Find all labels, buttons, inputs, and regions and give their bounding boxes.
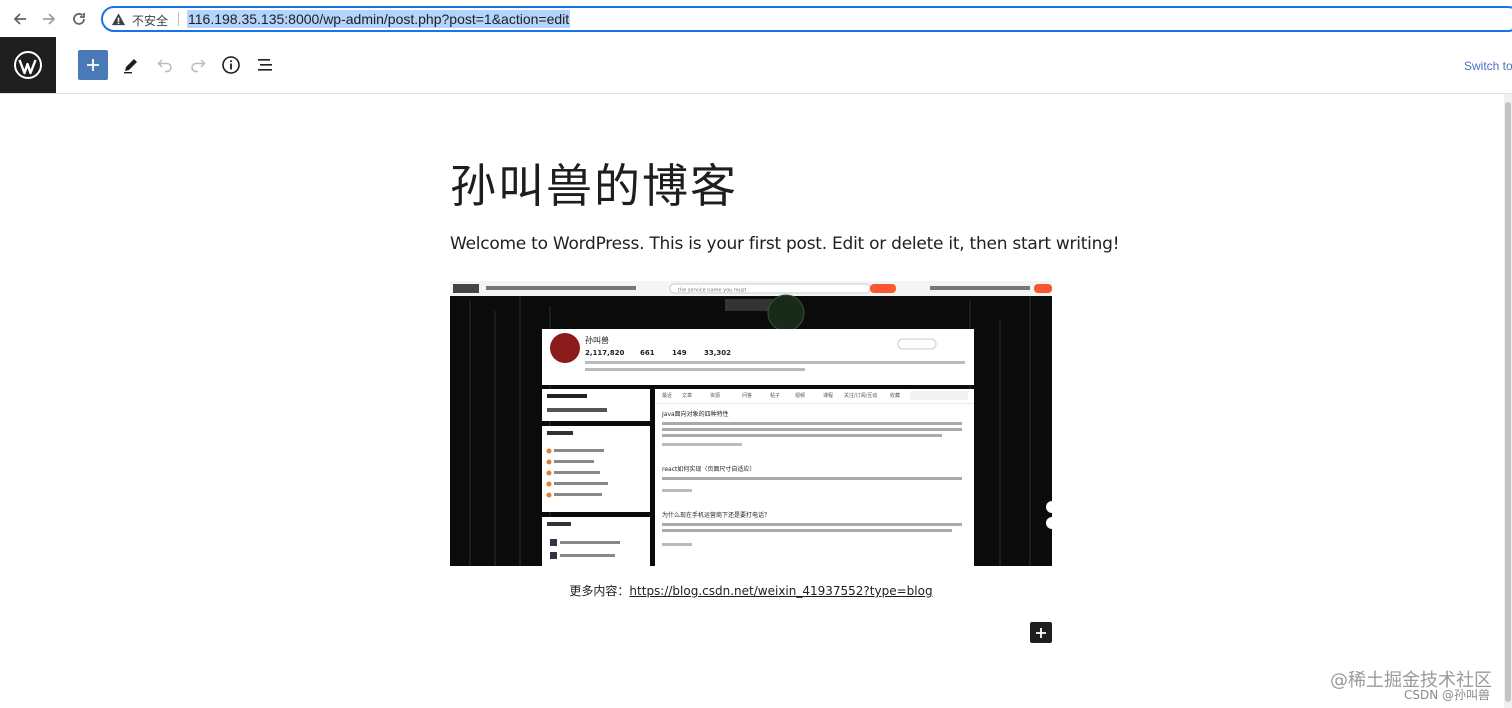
- watermark-csdn: CSDN @孙叫兽: [1404, 688, 1491, 702]
- block-inserter-button[interactable]: [78, 50, 108, 80]
- stat-2: 661: [640, 349, 655, 357]
- paragraph-block[interactable]: Welcome to WordPress. This is your first…: [450, 234, 1120, 254]
- search-placeholder: the service name you must: [678, 288, 746, 294]
- tab-9: 收藏: [890, 392, 900, 399]
- list-view-icon: [258, 59, 272, 71]
- reload-button[interactable]: [68, 8, 90, 30]
- switch-to-draft-link[interactable]: Switch to: [1464, 59, 1512, 73]
- tab-5: 帖子: [770, 392, 780, 399]
- browser-toolbar: 不安全 116.198.35.135:8000/wp-admin/post.ph…: [0, 0, 1512, 38]
- caption-link[interactable]: https://blog.csdn.net/weixin_41937552?ty…: [629, 584, 932, 598]
- tab-4: 问答: [742, 392, 752, 399]
- tab-1: 最近: [662, 392, 672, 399]
- info-icon: [222, 56, 240, 74]
- article-title-2: react如何实现（页面尺寸自适应）: [662, 465, 755, 473]
- arrow-right-icon: [43, 13, 56, 25]
- warning-icon: [111, 13, 126, 26]
- redo-icon: [191, 59, 206, 73]
- stat-4: 33,302: [704, 349, 731, 357]
- tools-button[interactable]: [116, 50, 146, 80]
- caption-prefix: 更多内容：: [569, 584, 630, 598]
- address-separator: [178, 12, 179, 26]
- wordpress-icon: [14, 51, 42, 79]
- article-title-1: Java面向对象的四种特性: [661, 410, 729, 418]
- forward-button[interactable]: [38, 8, 60, 30]
- scrollbar[interactable]: [1504, 94, 1512, 708]
- block-appender-button[interactable]: [1030, 622, 1052, 643]
- security-status[interactable]: 不安全: [132, 12, 168, 29]
- tab-6: 视频: [795, 392, 805, 399]
- tab-8: 关注/订阅/互动: [844, 392, 877, 399]
- stat-3: 149: [672, 349, 687, 357]
- list-view-button[interactable]: [250, 50, 280, 80]
- tab-7: 课程: [823, 392, 833, 399]
- back-button[interactable]: [9, 8, 31, 30]
- arrow-left-icon: [13, 13, 26, 25]
- profile-name: 孙叫兽: [585, 335, 609, 345]
- url-text[interactable]: 116.198.35.135:8000/wp-admin/post.php?po…: [187, 10, 571, 28]
- csdn-profile-screenshot: the service name you must 孙叫兽 2,117,820 …: [450, 281, 1052, 566]
- plus-icon: [1036, 627, 1046, 638]
- post-title[interactable]: 孙叫兽的博客: [450, 150, 738, 216]
- scrollbar-thumb[interactable]: [1505, 102, 1511, 702]
- tab-2: 文章: [682, 392, 692, 399]
- image-block[interactable]: the service name you must 孙叫兽 2,117,820 …: [450, 281, 1052, 566]
- redo-button[interactable]: [183, 50, 213, 80]
- stat-1: 2,117,820: [585, 349, 625, 357]
- address-bar[interactable]: 不安全 116.198.35.135:8000/wp-admin/post.ph…: [101, 6, 1512, 32]
- plus-icon: [87, 59, 99, 71]
- undo-icon: [157, 59, 172, 73]
- reload-icon: [73, 13, 85, 25]
- editor-header: Switch to: [0, 37, 1512, 94]
- article-title-3: 为什么现在手机运营商下还是要打电话？: [662, 511, 770, 519]
- tab-3: 资源: [710, 392, 720, 399]
- wordpress-logo-button[interactable]: [0, 37, 56, 93]
- undo-button[interactable]: [150, 50, 180, 80]
- pencil-icon: [124, 59, 137, 74]
- details-button[interactable]: [216, 50, 246, 80]
- image-caption[interactable]: 更多内容：https://blog.csdn.net/weixin_419375…: [450, 582, 1052, 599]
